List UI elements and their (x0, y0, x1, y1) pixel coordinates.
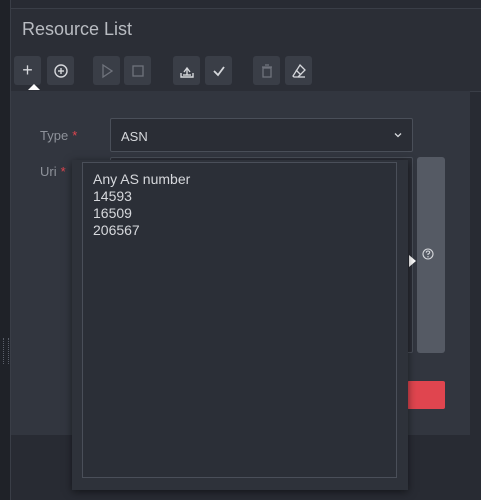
confirm-button[interactable] (205, 56, 232, 85)
dropdown-popup: Any AS number 14593 16509 206567 (72, 160, 408, 490)
app-window: Resource List + Type * Uri * ASN Any AS … (0, 0, 481, 500)
add-button[interactable]: + (14, 56, 41, 85)
resize-handle[interactable] (3, 338, 9, 364)
play-icon (101, 63, 113, 78)
left-sidebar-strip (0, 0, 11, 500)
active-tab-caret (28, 84, 40, 90)
tooltip-caret (409, 255, 416, 267)
stop-icon (131, 64, 144, 77)
plus-circle-icon (53, 63, 68, 78)
play-button[interactable] (93, 56, 120, 85)
trash-icon (261, 63, 272, 78)
delete-button[interactable] (253, 56, 280, 85)
uri-label: Uri * (40, 164, 66, 179)
page-title: Resource List (22, 19, 133, 39)
erase-button[interactable] (285, 56, 312, 85)
add-circle-button[interactable] (47, 56, 74, 85)
required-mark: * (72, 128, 78, 143)
chevron-down-icon (394, 133, 402, 138)
type-label: Type * (40, 128, 78, 143)
toolbar: + (11, 49, 481, 92)
dropdown-option[interactable]: Any AS number (93, 171, 386, 188)
dropdown-option[interactable]: 16509 (93, 205, 386, 222)
dropdown-option[interactable]: 206567 (93, 222, 386, 239)
right-side-field: U (472, 112, 481, 194)
export-button[interactable] (173, 56, 200, 85)
check-icon (212, 65, 225, 76)
eraser-icon (291, 63, 306, 78)
required-mark: * (60, 164, 66, 179)
export-icon (179, 66, 194, 78)
dropdown-option[interactable]: 14593 (93, 188, 386, 205)
panel-header: Resource List (11, 8, 481, 51)
dropdown-list[interactable]: Any AS number 14593 16509 206567 (82, 162, 397, 478)
delete-action-button[interactable] (407, 381, 445, 409)
type-select[interactable]: ASN (110, 118, 413, 152)
plus-icon: + (22, 60, 33, 80)
stop-button[interactable] (124, 56, 151, 85)
type-select-value: ASN (121, 129, 148, 144)
help-icon[interactable] (422, 248, 434, 260)
